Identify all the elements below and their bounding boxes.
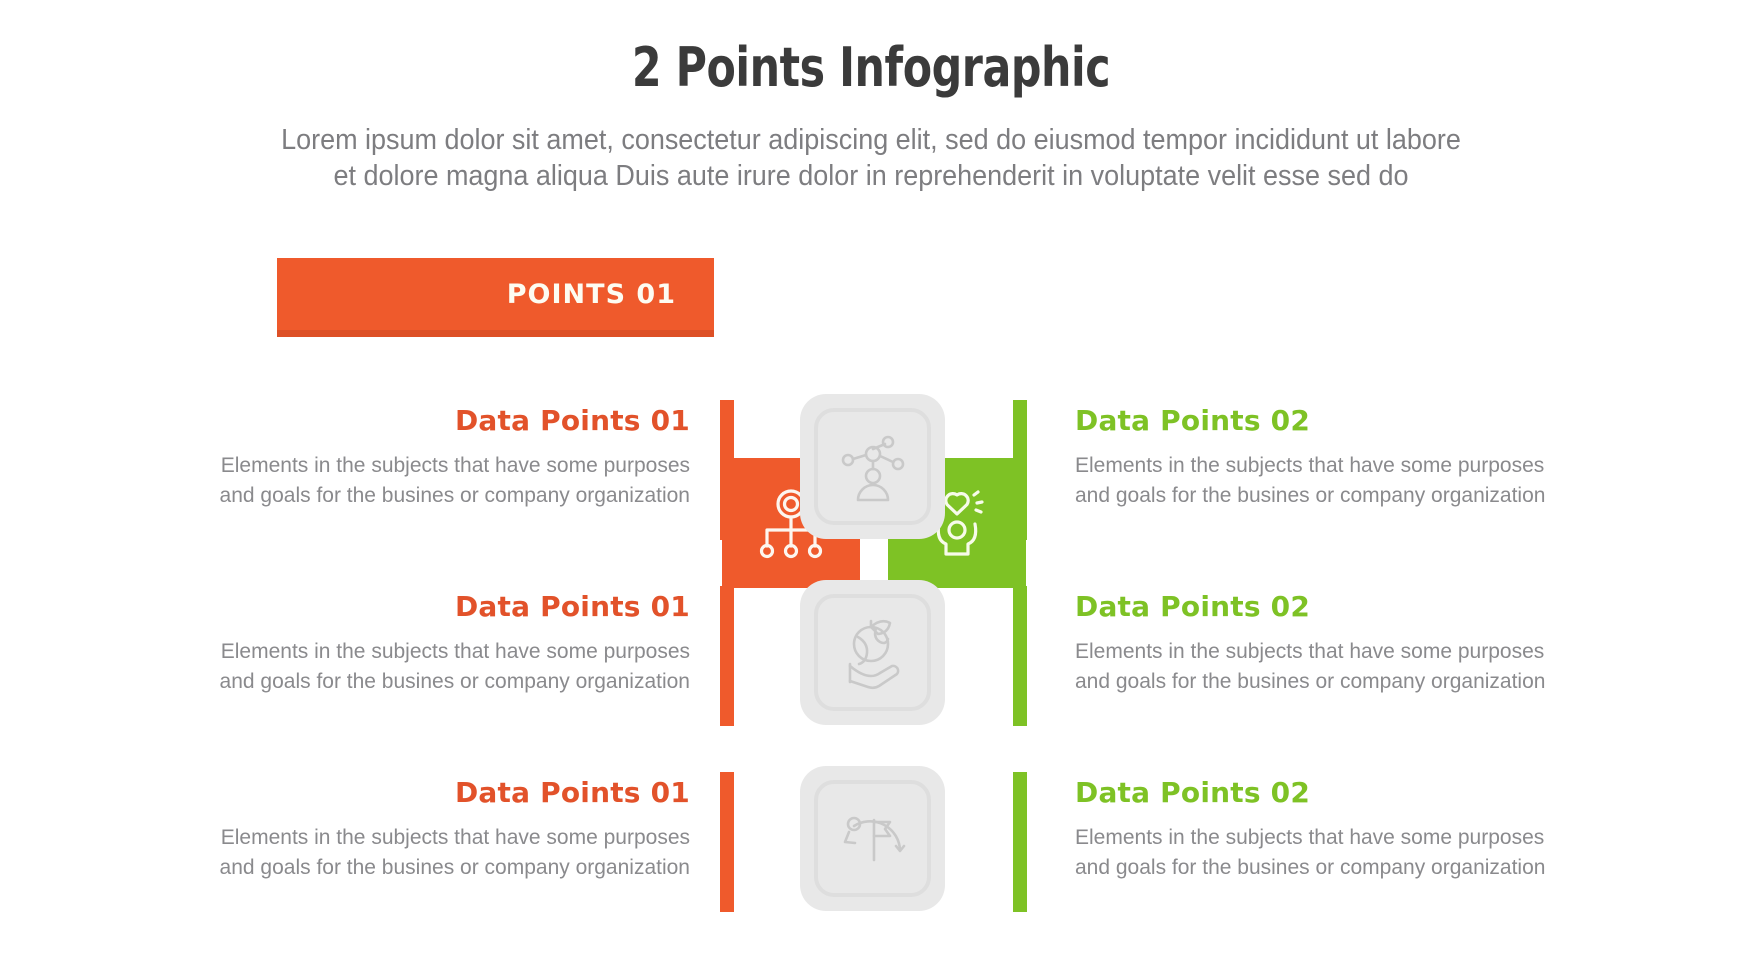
banner-left-orange[interactable]: POINTS 01	[277, 258, 714, 330]
row-1-right-body: Elements in the subjects that have some …	[1075, 454, 1546, 507]
banner-row: POINTS 01	[0, 218, 1742, 588]
row-1-left-accent-bar	[720, 400, 734, 540]
row-2-left-content: Data Points 01 Elements in the subjects …	[160, 590, 690, 697]
row-3-left-content: Data Points 01 Elements in the subjects …	[160, 776, 690, 883]
network-user-node-icon	[836, 430, 910, 504]
data-row: Data Points 01 Elements in the subjects …	[0, 392, 1742, 578]
hand-holding-eco-globe-icon	[836, 616, 910, 690]
row-2-icon-tile[interactable]	[800, 580, 945, 725]
row-3-right-accent-bar	[1013, 772, 1027, 912]
row-3-left-accent-bar	[720, 772, 734, 912]
row-1-right-heading: Data Points 02	[1075, 404, 1311, 437]
row-2-right-accent-bar	[1013, 586, 1027, 726]
row-1-left-heading: Data Points 01	[454, 404, 690, 437]
row-3-right-body: Elements in the subjects that have some …	[1075, 826, 1546, 879]
row-1-left-content: Data Points 01 Elements in the subjects …	[160, 404, 690, 511]
row-3-icon-tile[interactable]	[800, 766, 945, 911]
page-title: 2 Points Infographic	[631, 36, 1111, 99]
row-1-right-accent-bar	[1013, 400, 1027, 540]
row-1-right-content: Data Points 02 Elements in the subjects …	[1075, 404, 1605, 511]
row-2-right-content: Data Points 02 Elements in the subjects …	[1075, 590, 1605, 697]
row-2-left-heading: Data Points 01	[454, 590, 690, 623]
row-1-left-body: Elements in the subjects that have some …	[219, 454, 690, 507]
row-1-icon-tile[interactable]	[800, 394, 945, 539]
row-3-left-body: Elements in the subjects that have some …	[219, 826, 690, 879]
banner-left-label: POINTS 01	[506, 278, 676, 310]
data-row: Data Points 01 Elements in the subjects …	[0, 764, 1742, 950]
infographic-canvas: 2 Points Infographic Lorem ipsum dolor s…	[0, 0, 1742, 980]
journey-path-flag-icon	[836, 802, 910, 876]
row-3-right-content: Data Points 02 Elements in the subjects …	[1075, 776, 1605, 883]
row-2-icon-inner	[814, 594, 931, 711]
row-3-icon-inner	[814, 780, 931, 897]
page-subtitle: Lorem ipsum dolor sit amet, consectetur …	[71, 122, 1671, 194]
row-1-icon-inner	[814, 408, 931, 525]
row-2-left-accent-bar	[720, 586, 734, 726]
row-3-right-heading: Data Points 02	[1075, 776, 1311, 809]
row-2-right-body: Elements in the subjects that have some …	[1075, 640, 1546, 693]
row-2-left-body: Elements in the subjects that have some …	[219, 640, 690, 693]
subtitle-line-2: et dolore magna aliqua Duis aute irure d…	[333, 160, 1409, 192]
data-rows: Data Points 01 Elements in the subjects …	[0, 392, 1742, 950]
row-3-left-heading: Data Points 01	[454, 776, 690, 809]
row-2-right-heading: Data Points 02	[1075, 590, 1311, 623]
data-row: Data Points 01 Elements in the subjects …	[0, 578, 1742, 764]
subtitle-line-1: Lorem ipsum dolor sit amet, consectetur …	[281, 124, 1461, 156]
